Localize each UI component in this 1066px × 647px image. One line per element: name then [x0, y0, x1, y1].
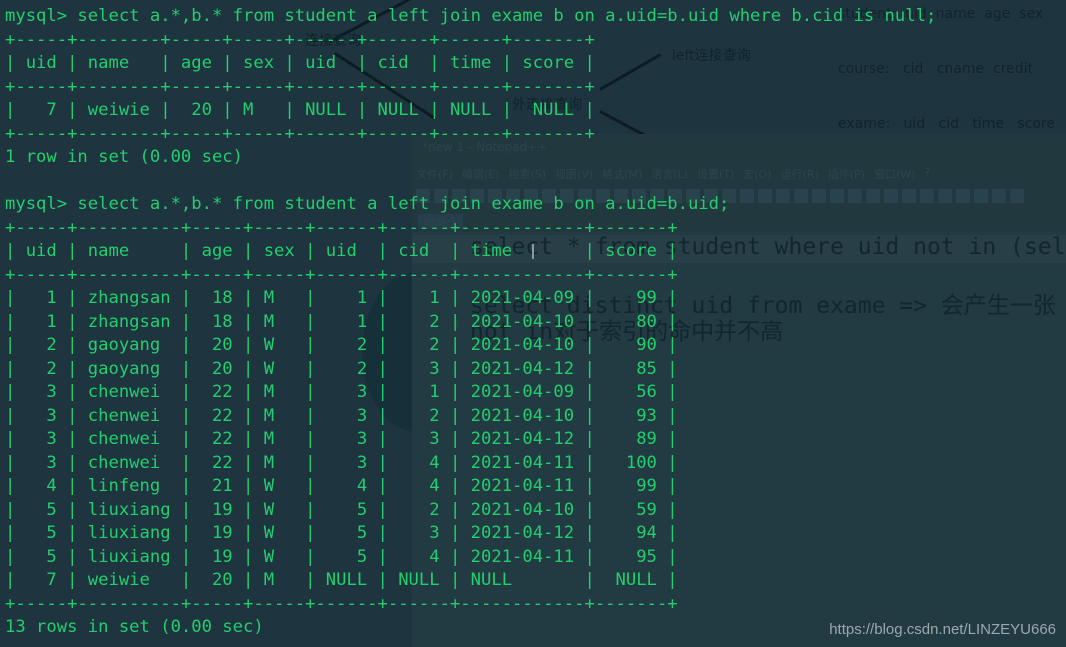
table-row: | 5 | liuxiang | 19 | W | 5 | 2 | 2021-0… [5, 499, 678, 520]
table-row: | 3 | chenwei | 22 | M | 3 | 3 | 2021-04… [5, 429, 678, 449]
table-row: | 3 | chenwei | 22 | M | 3 | 2 | 2021-04… [5, 405, 678, 426]
table-border: +-----+----------+-----+-----+------+---… [5, 217, 678, 238]
terminal-output[interactable]: mysql> select a.*,b.* from student a lef… [5, 5, 936, 640]
table-row: | 4 | linfeng | 21 | W | 4 | 4 | 2021-04… [5, 476, 678, 496]
watermark: https://blog.csdn.net/LINZEYU666 [829, 621, 1056, 638]
sql-command: mysql> select a.*,b.* from student a lef… [5, 194, 730, 214]
table-row: | 2 | gaoyang | 20 | W | 2 | 3 | 2021-04… [5, 358, 678, 379]
table-header: | uid | name | age | sex | uid | cid | t… [5, 241, 678, 261]
table-row: | 5 | liuxiang | 19 | W | 5 | 4 | 2021-0… [5, 546, 678, 567]
table-border: +-----+--------+-----+-----+------+-----… [5, 76, 595, 97]
table-row: | 7 | weiwie | 20 | M | NULL | NULL | NU… [5, 100, 595, 120]
table-row: | 3 | chenwei | 22 | M | 3 | 1 | 2021-04… [5, 382, 678, 402]
table-row: | 7 | weiwie | 20 | M | NULL | NULL | NU… [5, 570, 678, 590]
table-border: +-----+----------+-----+-----+------+---… [5, 593, 678, 614]
sql-command: mysql> select a.*,b.* from student a lef… [5, 6, 937, 26]
table-border: +-----+----------+-----+-----+------+---… [5, 264, 678, 285]
table-row: | 5 | liuxiang | 19 | W | 5 | 3 | 2021-0… [5, 523, 678, 543]
toolbar-icon [974, 189, 988, 203]
table-row: | 1 | zhangsan | 18 | M | 1 | 2 | 2021-0… [5, 311, 678, 332]
text-cursor-icon: I [530, 240, 536, 264]
toolbar-icon [956, 189, 970, 203]
table-header: | uid | name | age | sex | uid | cid | t… [5, 53, 595, 73]
toolbar-icon [992, 189, 1006, 203]
toolbar-icon [1010, 189, 1024, 203]
table-border: +-----+--------+-----+-----+------+-----… [5, 29, 595, 50]
table-border: +-----+--------+-----+-----+------+-----… [5, 123, 595, 144]
table-row: | 1 | zhangsan | 18 | M | 1 | 1 | 2021-0… [5, 288, 678, 308]
table-row: | 3 | chenwei | 22 | M | 3 | 4 | 2021-04… [5, 452, 678, 473]
result-summary: 1 row in set (0.00 sec) [5, 147, 243, 167]
result-summary: 13 rows in set (0.00 sec) [5, 617, 264, 637]
table-row: | 2 | gaoyang | 20 | W | 2 | 2 | 2021-04… [5, 335, 678, 355]
toolbar-icon [938, 189, 952, 203]
